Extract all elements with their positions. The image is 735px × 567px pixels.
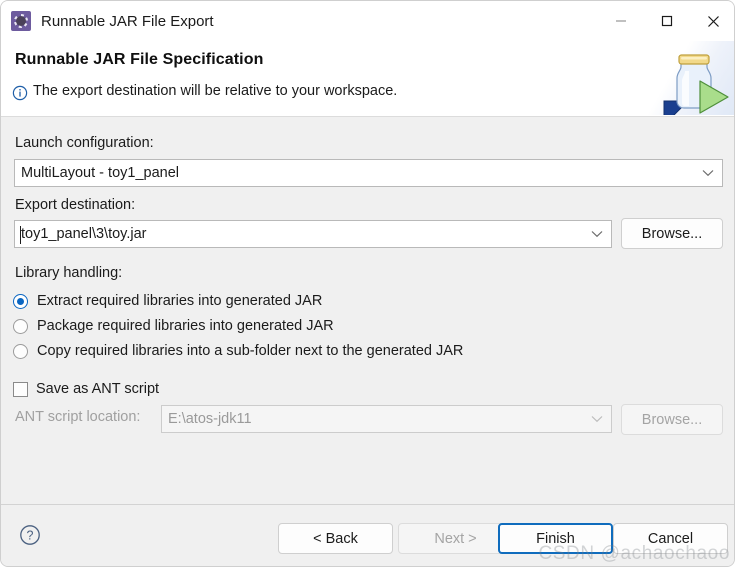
jar-export-banner-icon <box>642 41 734 115</box>
minimize-icon[interactable] <box>598 1 644 41</box>
export-destination-value: toy1_panel\3\toy.jar <box>21 226 147 242</box>
back-button[interactable]: < Back <box>278 523 393 554</box>
ant-script-location-combo[interactable]: E:\atos-jdk11 <box>161 405 612 433</box>
help-icon[interactable]: ? <box>19 524 41 551</box>
radio-indicator <box>13 343 28 359</box>
chevron-down-icon <box>591 226 603 242</box>
cancel-button[interactable]: Cancel <box>613 523 728 554</box>
radio-label: Copy required libraries into a sub-folde… <box>37 343 464 359</box>
dialog-header: Runnable JAR File Specification The expo… <box>1 41 734 117</box>
next-button[interactable]: Next > <box>398 523 513 554</box>
window-title: Runnable JAR File Export <box>41 12 214 30</box>
text-caret <box>20 226 21 244</box>
page-title: Runnable JAR File Specification <box>15 51 264 68</box>
ant-script-location-browse-button[interactable]: Browse... <box>621 404 723 435</box>
library-handling-option-copy[interactable]: Copy required libraries into a sub-folde… <box>13 340 463 362</box>
finish-button[interactable]: Finish <box>498 523 613 554</box>
checkbox-indicator <box>13 381 28 397</box>
radio-label: Extract required libraries into generate… <box>37 293 323 309</box>
window-controls <box>598 1 734 41</box>
header-message: The export destination will be relative … <box>33 83 398 99</box>
svg-text:?: ? <box>27 529 34 543</box>
export-destination-browse-button[interactable]: Browse... <box>621 218 723 249</box>
library-handling-label: Library handling: <box>15 265 123 281</box>
chevron-down-icon <box>591 411 603 427</box>
ant-script-location-value: E:\atos-jdk11 <box>168 411 252 427</box>
chevron-down-icon <box>702 165 714 181</box>
save-as-ant-script-checkbox[interactable]: Save as ANT script <box>13 378 159 400</box>
export-destination-label: Export destination: <box>15 197 136 213</box>
info-icon <box>12 85 28 106</box>
launch-configuration-combo[interactable]: MultiLayout - toy1_panel <box>14 159 723 187</box>
launch-configuration-value: MultiLayout - toy1_panel <box>21 165 179 181</box>
runnable-jar-export-dialog: Runnable JAR File Export Runnable JAR Fi… <box>0 0 735 567</box>
dialog-footer: ? < Back Next > Finish Cancel CSDN @acha… <box>1 504 734 566</box>
radio-label: Package required libraries into generate… <box>37 318 334 334</box>
close-icon[interactable] <box>690 1 734 41</box>
library-handling-option-package[interactable]: Package required libraries into generate… <box>13 315 334 337</box>
library-handling-option-extract[interactable]: Extract required libraries into generate… <box>13 290 322 312</box>
dialog-body: Launch configuration: MultiLayout - toy1… <box>1 117 734 504</box>
maximize-icon[interactable] <box>644 1 690 41</box>
radio-indicator <box>13 318 28 334</box>
eclipse-export-icon <box>11 11 31 31</box>
launch-configuration-label: Launch configuration: <box>15 135 154 151</box>
title-bar: Runnable JAR File Export <box>1 1 734 41</box>
checkbox-label: Save as ANT script <box>36 381 160 397</box>
export-destination-combo[interactable]: toy1_panel\3\toy.jar <box>14 220 612 248</box>
ant-script-location-label: ANT script location: <box>15 409 141 425</box>
radio-indicator <box>13 293 28 309</box>
